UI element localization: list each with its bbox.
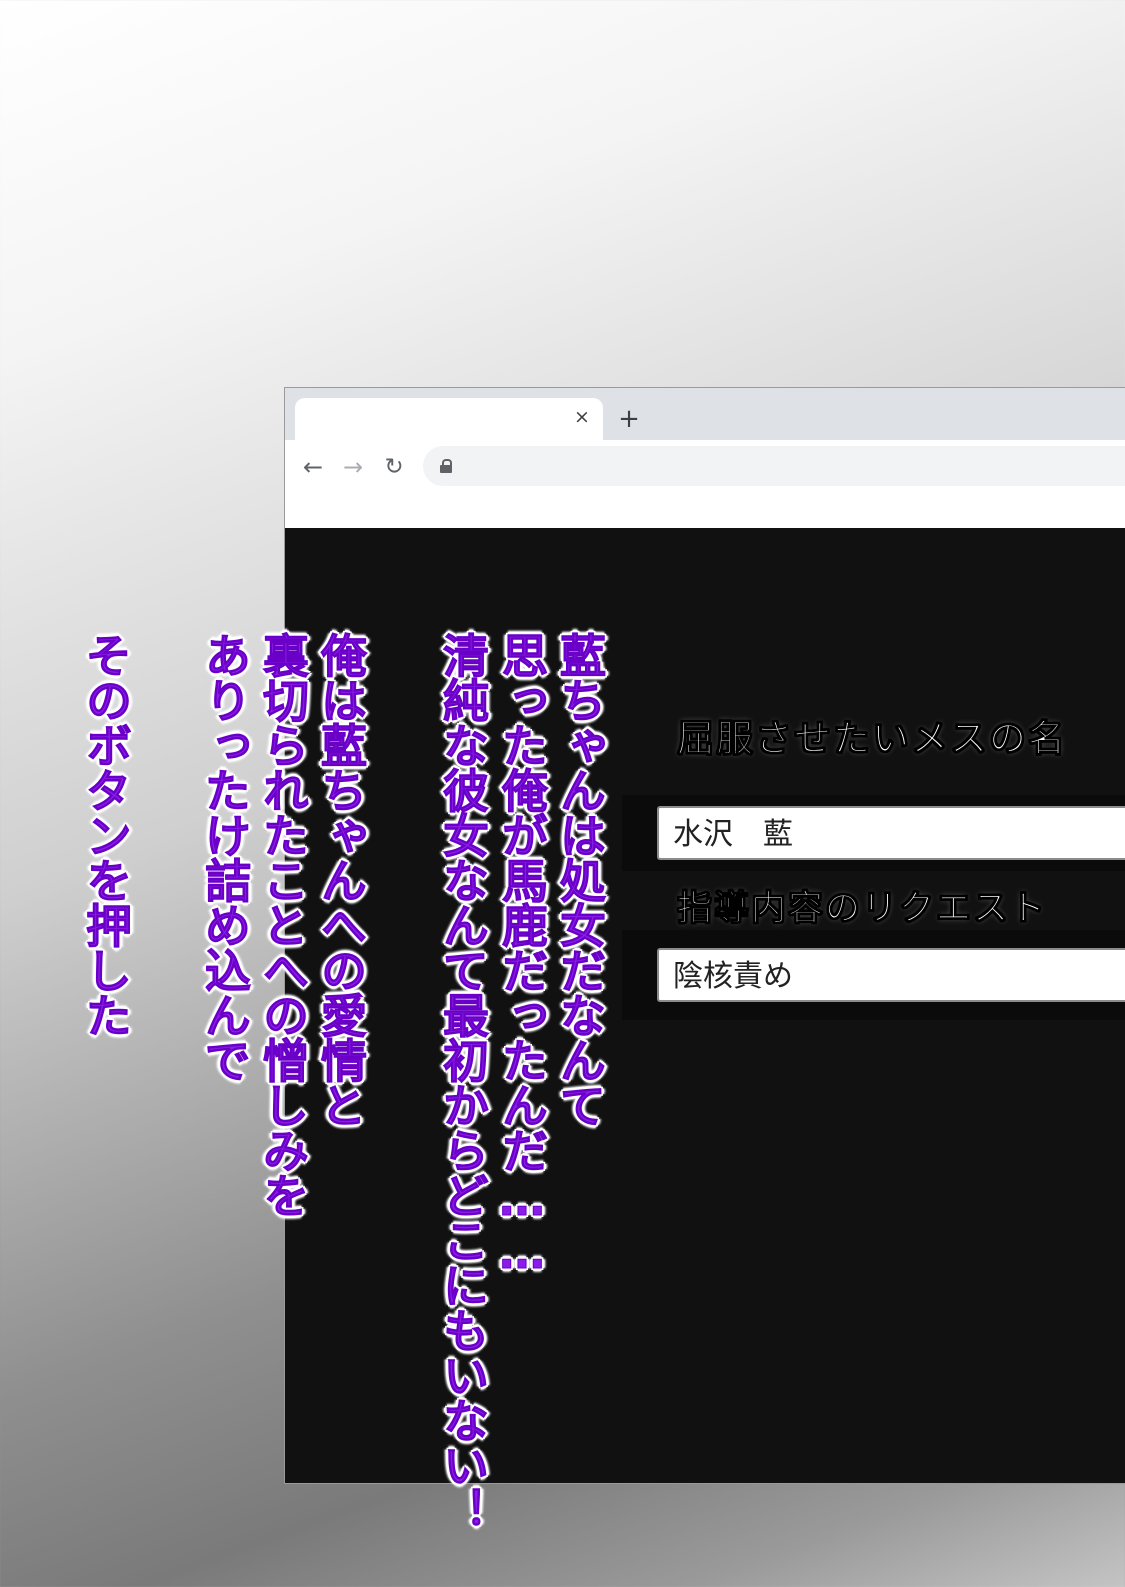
request-label: 指導内容のリクエスト <box>676 889 1048 930</box>
lock-icon[interactable] <box>440 459 452 473</box>
victim-name-input[interactable]: 水沢 藍 <box>657 806 1125 860</box>
tab-strip: × + <box>285 388 1125 440</box>
back-arrow-icon[interactable]: ← <box>298 452 328 482</box>
request-input[interactable]: 陰核責め <box>657 948 1125 1002</box>
narration-line: 俺は藍ちゃんへの愛情と <box>314 632 369 1128</box>
narration-line: ありったけ詰め込んで <box>198 632 253 1083</box>
lock-body <box>440 465 452 473</box>
narration-line: 思った俺が馬鹿だったんだ…… <box>495 632 550 1279</box>
page-content: 屈服させたいメスの名 水沢 藍 指導内容のリクエスト 陰核責め <box>285 528 1125 1483</box>
browser-window: × + ← → ↻ 屈服させたいメスの名 水沢 藍 指導内容のリクエスト 陰核責… <box>285 388 1125 1483</box>
narration-line: そのボタンを押した <box>79 632 134 1038</box>
narration-line: 藍ちゃんは処女だなんて <box>553 632 608 1128</box>
forward-arrow-icon[interactable]: → <box>338 452 368 482</box>
address-bar[interactable] <box>423 446 1125 486</box>
plus-icon[interactable]: + <box>615 406 643 434</box>
browser-toolbar: ← → ↻ <box>285 440 1125 528</box>
narration-line: 清純な彼女なんて最初からどこにもいない！ <box>436 632 491 1533</box>
browser-tab[interactable]: × <box>295 398 603 440</box>
close-icon[interactable]: × <box>571 406 593 428</box>
reload-icon[interactable]: ↻ <box>379 452 409 482</box>
victim-name-label: 屈服させたいメスの名 <box>677 717 1067 761</box>
narration-line: 裏切られたことへの憎しみを <box>256 632 311 1218</box>
